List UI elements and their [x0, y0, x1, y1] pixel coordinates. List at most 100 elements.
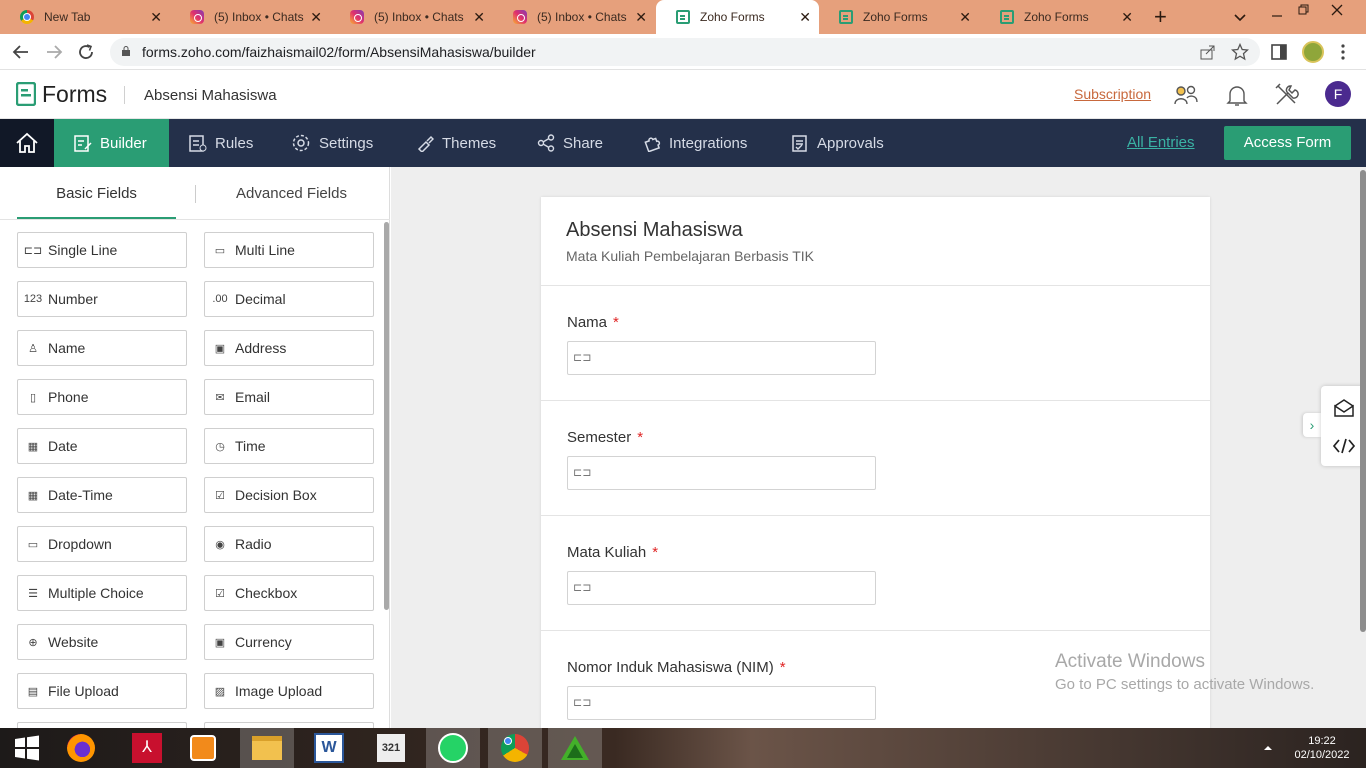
media-player-icon[interactable] [176, 728, 230, 768]
field-label: Date [48, 438, 78, 454]
acrobat-icon[interactable]: ⅄ [120, 728, 174, 768]
chrome-icon[interactable] [488, 728, 542, 768]
bookmark-star-icon[interactable] [1231, 43, 1249, 61]
field-decimal[interactable]: .00 Decimal [204, 281, 374, 317]
browser-tab[interactable]: New Tab ✕ [0, 0, 170, 34]
field-radio[interactable]: ◉ Radio [204, 526, 374, 562]
community-icon[interactable] [1173, 82, 1199, 108]
windows-start-icon[interactable] [0, 728, 54, 768]
video-editor-icon[interactable]: 321 [364, 728, 418, 768]
field-checkbox[interactable]: ☑ Checkbox [204, 575, 374, 611]
back-icon[interactable] [12, 43, 30, 61]
text-input[interactable]: ⊏⊐ [567, 571, 876, 605]
field-name[interactable]: ♙ Name [17, 330, 187, 366]
field-date[interactable]: ▦ Date [17, 428, 187, 464]
tools-icon[interactable] [1273, 82, 1299, 108]
browser-tab[interactable]: (5) Inbox • Chats ✕ [330, 0, 493, 34]
form-name[interactable]: Absensi Mahasiswa [144, 87, 277, 104]
field-decision-box[interactable]: ☑ Decision Box [204, 477, 374, 513]
field-website[interactable]: ⊕ Website [17, 624, 187, 660]
green-app-icon[interactable] [548, 728, 602, 768]
form-subtitle[interactable]: Mata Kuliah Pembelajaran Berbasis TIK [566, 248, 814, 264]
access-form-button[interactable]: Access Form [1224, 126, 1351, 160]
all-entries-link[interactable]: All Entries [1127, 134, 1195, 151]
nav-settings[interactable]: Settings [291, 119, 373, 167]
firefox-icon[interactable] [54, 728, 108, 768]
field-currency[interactable]: ▣ Currency [204, 624, 374, 660]
minimize-icon[interactable] [1271, 10, 1283, 22]
browser-tab-active[interactable]: Zoho Forms ✕ [656, 0, 819, 34]
field-file-upload[interactable]: ▤ File Upload [17, 673, 187, 709]
form-canvas: Absensi Mahasiswa Mata Kuliah Pembelajar… [391, 167, 1366, 737]
close-tab-icon[interactable]: ✕ [310, 9, 322, 26]
form-title[interactable]: Absensi Mahasiswa [566, 219, 743, 242]
form-field-section[interactable]: Nama * ⊏⊐ [541, 285, 1210, 400]
field-multi-line[interactable]: ▭ Multi Line [204, 232, 374, 268]
zoho-forms-logo-icon[interactable] [16, 82, 36, 106]
nav-themes[interactable]: Themes [416, 119, 496, 167]
browser-menu-icon[interactable] [1340, 43, 1346, 61]
url-field[interactable]: forms.zoho.com/faizhaismail02/form/Absen… [110, 38, 1260, 66]
close-tab-icon[interactable]: ✕ [1121, 9, 1133, 26]
tab-search-chevron-icon[interactable] [1234, 11, 1246, 23]
browser-tab[interactable]: (5) Inbox • Chats ✕ [170, 0, 330, 34]
url-text: forms.zoho.com/faizhaismail02/form/Absen… [142, 44, 536, 60]
nav-integrations[interactable]: Integrations [643, 119, 747, 167]
forward-icon[interactable] [45, 43, 63, 61]
text-input[interactable]: ⊏⊐ [567, 456, 876, 490]
mail-form-icon[interactable] [1333, 398, 1355, 418]
field-multiple-choice[interactable]: ☰ Multiple Choice [17, 575, 187, 611]
text-input[interactable]: ⊏⊐ [567, 341, 876, 375]
tab-basic-fields[interactable]: Basic Fields [17, 167, 176, 219]
nav-approvals[interactable]: Approvals [791, 119, 884, 167]
page-scrollbar[interactable] [1360, 170, 1366, 632]
profile-avatar-icon[interactable] [1302, 41, 1324, 63]
field-address[interactable]: ▣ Address [204, 330, 374, 366]
field-dropdown[interactable]: ▭ Dropdown [17, 526, 187, 562]
whatsapp-icon[interactable] [426, 728, 480, 768]
close-tab-icon[interactable]: ✕ [635, 9, 647, 26]
palette-scrollbar[interactable] [384, 222, 389, 610]
tray-expand-icon[interactable] [1264, 745, 1272, 751]
side-panel-toggle[interactable]: › [1303, 413, 1321, 437]
restore-icon[interactable] [1298, 4, 1310, 16]
notification-bell-icon[interactable] [1224, 82, 1250, 108]
embed-code-icon[interactable] [1333, 438, 1355, 454]
field-phone[interactable]: ▯ Phone [17, 379, 187, 415]
file-explorer-icon[interactable] [240, 728, 294, 768]
field-single-line[interactable]: ⊏⊐ Single Line [17, 232, 187, 268]
field-time[interactable]: ◷ Time [204, 428, 374, 464]
nav-rules[interactable]: Rules [189, 119, 253, 167]
nav-builder[interactable]: Builder [54, 119, 169, 167]
subscription-link[interactable]: Subscription [1074, 86, 1151, 102]
side-panel-icon[interactable] [1271, 44, 1287, 60]
close-window-icon[interactable] [1331, 4, 1343, 16]
form-field-section[interactable]: Semester * ⊏⊐ [541, 400, 1210, 515]
user-avatar[interactable]: F [1325, 81, 1351, 107]
home-button[interactable] [0, 119, 54, 167]
instagram-icon [350, 10, 364, 24]
taskbar-clock[interactable]: 19:22 02/10/2022 [1286, 734, 1358, 762]
close-tab-icon[interactable]: ✕ [473, 9, 485, 26]
browser-tab[interactable]: (5) Inbox • Chats ✕ [493, 0, 655, 34]
tab-advanced-fields[interactable]: Advanced Fields [200, 167, 383, 219]
field-image-upload[interactable]: ▨ Image Upload [204, 673, 374, 709]
nav-share[interactable]: Share [537, 119, 603, 167]
address-icon: ▣ [214, 342, 226, 355]
browser-tab[interactable]: Zoho Forms ✕ [980, 0, 1141, 34]
single-line-icon: ⊏⊐ [573, 697, 592, 709]
app-name[interactable]: Forms [42, 81, 107, 108]
text-input[interactable]: ⊏⊐ [567, 686, 876, 720]
close-tab-icon[interactable]: ✕ [799, 9, 811, 26]
field-date-time[interactable]: ▦ Date-Time [17, 477, 187, 513]
form-field-section[interactable]: Mata Kuliah * ⊏⊐ [541, 515, 1210, 630]
share-page-icon[interactable] [1200, 44, 1216, 60]
word-icon[interactable]: W [302, 728, 356, 768]
field-number[interactable]: 123 Number [17, 281, 187, 317]
new-tab-button[interactable]: + [1154, 4, 1167, 30]
field-email[interactable]: ✉ Email [204, 379, 374, 415]
browser-tab[interactable]: Zoho Forms ✕ [819, 0, 979, 34]
reload-icon[interactable] [77, 43, 95, 61]
close-tab-icon[interactable]: ✕ [959, 9, 971, 26]
close-tab-icon[interactable]: ✕ [150, 9, 162, 26]
